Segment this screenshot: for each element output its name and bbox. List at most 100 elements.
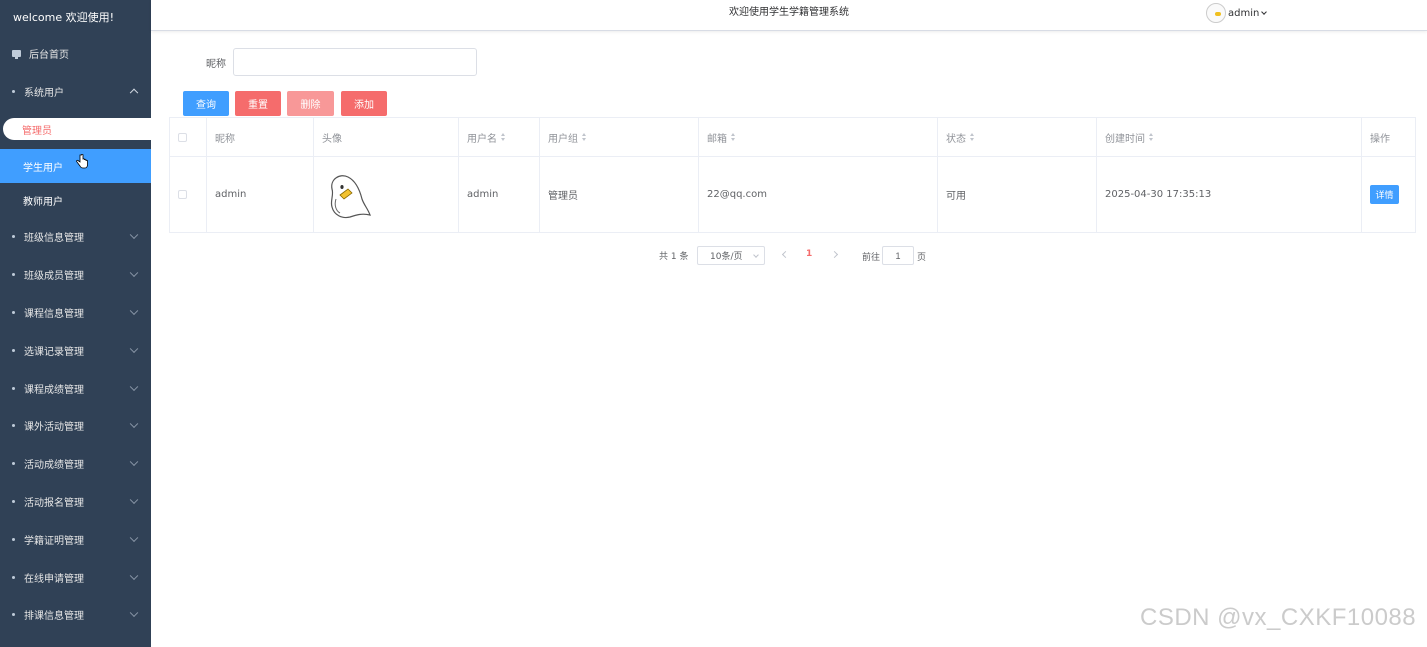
sidebar-item-activities[interactable]: 课外活动管理: [0, 408, 151, 442]
current-page[interactable]: 1: [806, 249, 812, 259]
sidebar-item-class-info[interactable]: 班级信息管理: [0, 219, 151, 253]
chevron-down-icon: [753, 252, 759, 258]
sidebar-item-enrollment-proof[interactable]: 学籍证明管理: [0, 522, 151, 556]
sidebar-item-activity-grades[interactable]: 活动成绩管理: [0, 446, 151, 480]
pagination-total: 共 1 条: [659, 252, 689, 262]
column-username: 用户名: [467, 133, 497, 145]
cell-created: 2025-04-30 17:35:13: [1097, 157, 1362, 232]
column-header[interactable]: 创建时间: [1097, 118, 1362, 156]
sidebar-welcome: welcome 欢迎使用!: [13, 11, 114, 24]
prev-page-icon[interactable]: [781, 250, 790, 259]
watermark: CSDN @vx_CXKF10088: [1140, 604, 1417, 631]
detail-button[interactable]: 详情: [1370, 185, 1399, 204]
chevron-down-icon: [129, 608, 139, 618]
column-header: 操作: [1362, 118, 1415, 156]
sidebar-item-label: 活动成绩管理: [24, 459, 84, 471]
chevron-down-icon: [129, 230, 139, 240]
sidebar-subitem-teachers[interactable]: 教师用户: [0, 183, 151, 217]
select-all-cell: [170, 118, 207, 156]
delete-button[interactable]: 删除: [287, 91, 334, 116]
chevron-down-icon: [129, 457, 139, 467]
column-created: 创建时间: [1105, 133, 1145, 145]
next-page-icon[interactable]: [830, 250, 839, 259]
bullet-icon: [12, 348, 15, 352]
avatar: [1206, 3, 1226, 23]
cell-nickname: admin: [207, 157, 314, 232]
sidebar-item-label: 班级信息管理: [24, 232, 84, 244]
column-email: 邮箱: [707, 133, 727, 145]
column-status: 状态: [946, 133, 966, 145]
column-group: 用户组: [548, 133, 578, 145]
add-button[interactable]: 添加: [341, 91, 387, 116]
cell-username: admin: [459, 157, 540, 232]
column-nickname: 昵称: [215, 133, 235, 145]
sort-icon[interactable]: [501, 133, 506, 141]
page-size-select[interactable]: 10条/页: [697, 246, 765, 265]
bullet-icon: [12, 423, 15, 427]
chevron-down-icon: [129, 306, 139, 316]
sidebar-item-label: 课外活动管理: [24, 421, 84, 433]
sidebar-item-label: 系统用户: [24, 87, 64, 99]
sidebar-item-course-grades[interactable]: 课程成绩管理: [0, 371, 151, 405]
sidebar-item-home[interactable]: 后台首页: [0, 36, 151, 70]
row-checkbox[interactable]: [178, 190, 187, 199]
sidebar-item-course-info[interactable]: 课程信息管理: [0, 295, 151, 329]
column-header[interactable]: 邮箱: [699, 118, 938, 156]
sidebar-item-course-selection[interactable]: 选课记录管理: [0, 333, 151, 367]
bullet-icon: [12, 612, 15, 616]
select-all-checkbox[interactable]: [178, 132, 187, 142]
sidebar-item-scheduling[interactable]: 排课信息管理: [0, 597, 151, 631]
users-table: 昵称 头像 用户名 用户组 邮箱 状态 创建时间 操作 admin admin …: [169, 117, 1416, 233]
goto-label: 前往: [862, 253, 881, 263]
sort-icon[interactable]: [582, 133, 587, 141]
page-size-value: 10条/页: [710, 252, 743, 262]
user-menu[interactable]: admin: [1206, 3, 1268, 23]
chevron-down-icon: [129, 268, 139, 278]
sort-icon[interactable]: [731, 133, 736, 141]
hand-cursor-icon: [76, 154, 88, 169]
column-header[interactable]: 用户组: [540, 118, 699, 156]
table-row: admin admin 管理员 22@qq.com 可用 2025-04-30 …: [170, 157, 1415, 232]
nickname-search-input[interactable]: [233, 48, 477, 76]
sidebar-item-label: 排课信息管理: [24, 610, 84, 622]
sort-icon[interactable]: [1149, 133, 1154, 141]
reset-button[interactable]: 重置: [235, 91, 281, 116]
app: welcome 欢迎使用! 后台首页 系统用户 管理员 学生用户 教师用户 班级…: [0, 0, 1427, 647]
sidebar-item-class-members[interactable]: 班级成员管理: [0, 257, 151, 291]
sidebar-item-activity-signup[interactable]: 活动报名管理: [0, 484, 151, 518]
sidebar-item-system-users[interactable]: 系统用户: [0, 74, 151, 108]
sidebar-item-label: 学籍证明管理: [24, 535, 84, 547]
sidebar-item-label: 课程成绩管理: [24, 384, 84, 396]
column-header: 头像: [314, 118, 459, 156]
bullet-icon: [12, 89, 15, 93]
sidebar-item-label: 选课记录管理: [24, 346, 84, 358]
table-header: 昵称 头像 用户名 用户组 邮箱 状态 创建时间 操作: [170, 118, 1415, 157]
cell-group: 管理员: [540, 157, 699, 232]
cell-avatar: [314, 157, 459, 232]
sidebar-subitem-admin[interactable]: 管理员: [3, 118, 151, 140]
sidebar-item-label: 后台首页: [29, 49, 69, 61]
bullet-icon: [12, 461, 15, 465]
bullet-icon: [12, 537, 15, 541]
cell-email: 22@qq.com: [699, 157, 938, 232]
user-name: admin: [1228, 7, 1260, 19]
sidebar: welcome 欢迎使用! 后台首页 系统用户 管理员 学生用户 教师用户 班级…: [0, 0, 151, 647]
monitor-icon: [12, 49, 21, 59]
column-avatar: 头像: [322, 133, 342, 145]
sidebar-item-online-applications[interactable]: 在线申请管理: [0, 560, 151, 594]
column-actions: 操作: [1370, 133, 1390, 145]
sidebar-item-label: 活动报名管理: [24, 497, 84, 509]
column-header[interactable]: 状态: [938, 118, 1097, 156]
chevron-down-icon: [129, 419, 139, 429]
top-header: 欢迎使用学生学籍管理系统 admin: [151, 0, 1427, 31]
chevron-down-icon: [1261, 8, 1268, 15]
sort-icon[interactable]: [970, 133, 975, 141]
query-button[interactable]: 查询: [183, 91, 229, 116]
bullet-icon: [12, 310, 15, 314]
chevron-down-icon: [129, 571, 139, 581]
goto-page-input[interactable]: [882, 246, 914, 265]
chevron-up-icon: [129, 88, 139, 98]
chevron-down-icon: [129, 533, 139, 543]
chevron-down-icon: [129, 382, 139, 392]
column-header[interactable]: 用户名: [459, 118, 540, 156]
